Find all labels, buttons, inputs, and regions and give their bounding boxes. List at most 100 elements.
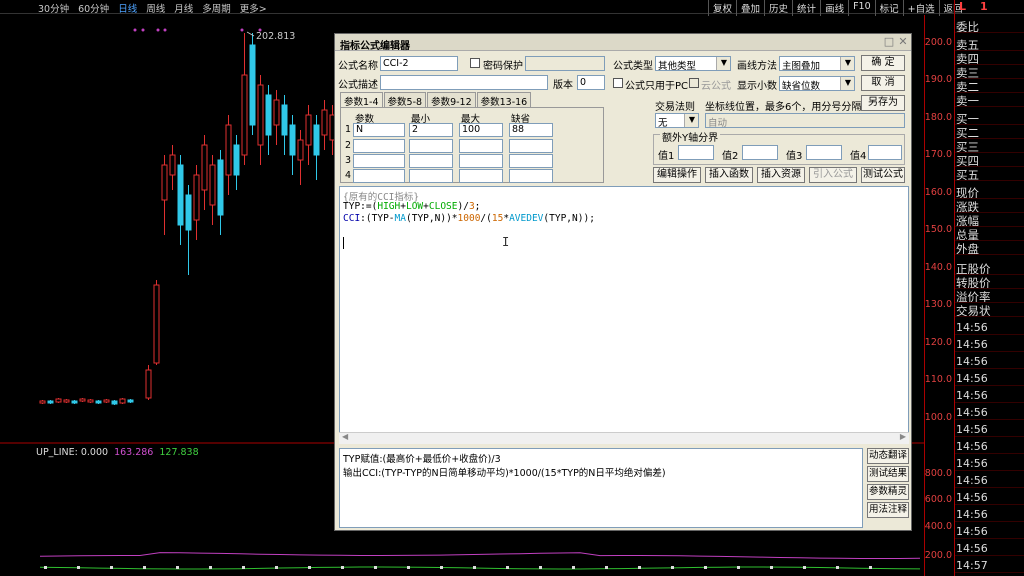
price-tick: 120.0	[924, 337, 952, 348]
indicator-marker	[110, 566, 113, 569]
indicator-tick: 200.0	[924, 550, 952, 561]
param-row-number: 1	[345, 124, 352, 135]
ok-button[interactable]: 确 定	[861, 55, 905, 71]
yaxis-value-4-input[interactable]	[868, 145, 902, 160]
tab-weekly[interactable]: 周线	[146, 1, 165, 15]
cancel-button[interactable]: 取 消	[861, 75, 905, 91]
param-default-cell[interactable]: 88	[509, 123, 553, 137]
trade-rule-select[interactable]: 无 ▼	[655, 113, 699, 129]
pc-only-checkbox[interactable]	[613, 78, 623, 88]
test-result-button[interactable]: 测试结果	[867, 466, 909, 482]
param-min-cell[interactable]: 2	[409, 123, 453, 137]
param-default-cell[interactable]	[509, 139, 553, 153]
cloud-formula-label: 云公式	[701, 81, 731, 92]
password-checkbox[interactable]	[470, 58, 480, 68]
param-name-cell[interactable]	[353, 139, 405, 153]
formula-type-select[interactable]: 其他类型 ▼	[655, 56, 731, 72]
edit-operations-button[interactable]: 编辑操作	[653, 167, 701, 183]
f10-button[interactable]: F10	[848, 0, 875, 16]
overlay-button[interactable]: 叠加	[736, 0, 764, 16]
formula-desc-input[interactable]	[380, 75, 548, 90]
param-min-cell[interactable]	[409, 154, 453, 168]
formula-name-input[interactable]: CCI-2	[380, 56, 458, 71]
password-label: 密码保护	[483, 61, 523, 72]
dynamic-translate-button[interactable]: 动态翻译	[867, 448, 909, 464]
param-max-cell[interactable]: 100	[459, 123, 503, 137]
indicator-legend: UP_LINE: 0.000 163.286 127.838	[36, 447, 199, 458]
close-icon[interactable]: ✕	[897, 36, 909, 48]
quote-field: 买二	[955, 125, 1024, 139]
history-button[interactable]: 历史	[764, 0, 792, 16]
code-line-cci: CCI:(TYP-MA(TYP,N))*1000/(15*AVEDEV(TYP,…	[343, 213, 905, 225]
candle-body	[47, 400, 54, 404]
editor-hscroll[interactable]: ◀ ▶	[339, 432, 909, 444]
tab-60min[interactable]: 60分钟	[78, 1, 109, 15]
import-formula-button[interactable]: 引入公式	[809, 167, 857, 183]
param-default-cell[interactable]	[509, 154, 553, 168]
tab-multi-period[interactable]: 多周期	[202, 1, 231, 15]
param-max-cell[interactable]	[459, 154, 503, 168]
code-token-output: CCI	[343, 213, 361, 224]
param-default-cell[interactable]	[509, 169, 553, 183]
insert-resource-button[interactable]: 插入资源	[757, 167, 805, 183]
cloud-formula-checkbox[interactable]	[689, 78, 699, 88]
candle-body	[257, 84, 264, 146]
scroll-left-icon[interactable]: ◀	[342, 432, 348, 441]
mark-button[interactable]: 标记	[874, 0, 903, 16]
signal-dot	[163, 28, 167, 32]
formula-type-label: 公式类型	[613, 61, 653, 72]
test-formula-button[interactable]: 测试公式	[861, 167, 905, 183]
insert-function-button[interactable]: 插入函数	[705, 167, 753, 183]
dialog-title-bar[interactable]: 指标公式编辑器 □ ✕	[335, 34, 911, 52]
add-watchlist-button[interactable]: +自选	[902, 0, 939, 16]
coord-input[interactable]: 自动	[705, 113, 905, 128]
candle-body	[119, 398, 126, 404]
indicator-marker	[605, 566, 608, 569]
period-toolbar: 30分钟 60分钟 日线 周线 月线 多周期 更多> 复权 叠加 历史 统计 画…	[0, 0, 1024, 16]
dialog-title: 指标公式编辑器	[340, 41, 410, 52]
indicator-tick: 800.0	[924, 468, 952, 479]
code-comment: {原有的CCI指标}	[343, 192, 420, 203]
param-wizard-button[interactable]: 参数精灵	[867, 484, 909, 500]
yaxis-value-3-input[interactable]	[806, 145, 842, 160]
yaxis-value-2-input[interactable]	[742, 145, 778, 160]
param-max-cell[interactable]	[459, 139, 503, 153]
tab-monthly[interactable]: 月线	[174, 1, 193, 15]
param-max-cell[interactable]	[459, 169, 503, 183]
tab-more[interactable]: 更多>	[240, 1, 267, 15]
indicator-marker	[341, 566, 344, 569]
restore-icon[interactable]: □	[883, 36, 895, 48]
code-token-function: AVEDEV	[509, 213, 544, 224]
signal-dot	[240, 28, 244, 32]
yaxis-value-1-input[interactable]	[678, 145, 714, 160]
draw-line-button[interactable]: 画线	[820, 0, 848, 16]
price-tick: 150.0	[924, 224, 952, 235]
indicator-value-2: 127.838	[159, 447, 199, 458]
param-min-cell[interactable]	[409, 139, 453, 153]
tab-daily[interactable]: 日线	[118, 1, 137, 15]
tick-time: 14:57	[955, 559, 1024, 573]
save-as-button[interactable]: 另存为	[861, 95, 905, 111]
candle-body	[55, 398, 62, 403]
param-name-cell[interactable]: N	[353, 123, 405, 137]
scroll-right-icon[interactable]: ▶	[900, 432, 906, 441]
candle-body	[185, 194, 192, 231]
usage-notes-button[interactable]: 用法注释	[867, 502, 909, 518]
param-name-cell[interactable]	[353, 154, 405, 168]
statistics-button[interactable]: 统计	[792, 0, 820, 16]
help-line: 输出CCI:(TYP-TYP的N日简单移动平均)*1000/(15*TYP的N日…	[343, 468, 666, 479]
version-input[interactable]: 0	[577, 75, 605, 90]
candle-body	[161, 164, 168, 201]
chevron-down-icon: ▼	[844, 78, 851, 87]
decimal-select[interactable]: 缺省位数 ▼	[779, 76, 855, 92]
candle-body	[153, 284, 160, 364]
tick-time: 14:56	[955, 542, 1024, 556]
param-min-cell[interactable]	[409, 169, 453, 183]
password-input[interactable]	[525, 56, 605, 71]
formula-code-editor[interactable]: {原有的CCI指标} TYP:=(HIGH+LOW+CLOSE)/3; CCI:…	[339, 186, 909, 444]
draw-method-select[interactable]: 主图叠加 ▼	[779, 56, 855, 72]
tab-30min[interactable]: 30分钟	[38, 1, 69, 15]
param-name-cell[interactable]	[353, 169, 405, 183]
indicator-tick: 400.0	[924, 521, 952, 532]
restore-rights-button[interactable]: 复权	[708, 0, 736, 16]
